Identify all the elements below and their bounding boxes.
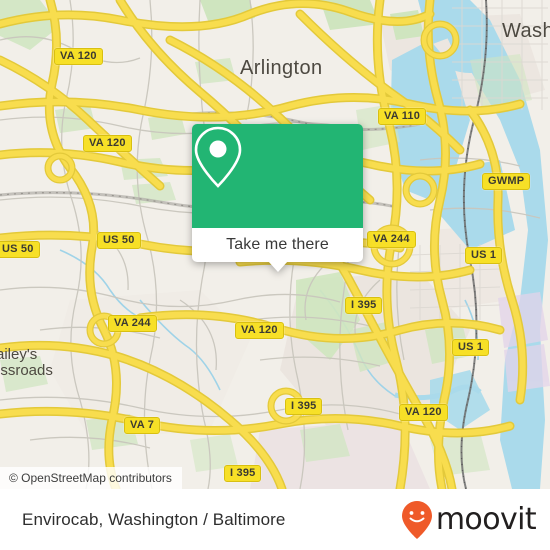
shield-va-244-left[interactable]: VA 244 xyxy=(108,315,157,332)
map-pin-icon xyxy=(194,126,242,188)
osm-attribution[interactable]: © OpenStreetMap contributors xyxy=(0,467,182,489)
moovit-brand-logo[interactable]: moovit xyxy=(400,500,537,540)
shield-va-244-right[interactable]: VA 244 xyxy=(367,231,416,248)
moovit-wordmark: moovit xyxy=(435,502,537,537)
shield-i-395-right[interactable]: I 395 xyxy=(345,297,383,314)
screenshot-root: Arlington Wash ailey's ossroads VA 120 V… xyxy=(0,0,550,550)
map-canvas[interactable]: Arlington Wash ailey's ossroads VA 120 V… xyxy=(0,0,550,489)
take-me-there-button[interactable]: Take me there xyxy=(192,228,363,262)
shield-us-1-bottom[interactable]: US 1 xyxy=(452,339,490,356)
shield-va-110[interactable]: VA 110 xyxy=(378,108,427,125)
moovit-pin-icon xyxy=(401,500,432,539)
shield-i-395-bottom[interactable]: I 395 xyxy=(285,398,323,415)
shield-us-50-right[interactable]: US 50 xyxy=(97,232,141,249)
shield-us-1-top[interactable]: US 1 xyxy=(465,247,503,264)
shield-va-7[interactable]: VA 7 xyxy=(124,417,161,434)
popup-image-area xyxy=(192,124,363,228)
shield-va-120-mid[interactable]: VA 120 xyxy=(83,135,132,152)
footer-bar: Envirocab, Washington / Baltimore moovit xyxy=(0,489,550,550)
shield-gwmp[interactable]: GWMP xyxy=(482,173,531,190)
shield-va-120-north[interactable]: VA 120 xyxy=(54,48,103,65)
shield-va-120-bottom[interactable]: VA 120 xyxy=(399,404,448,421)
location-popup-card[interactable]: Take me there xyxy=(192,124,363,272)
shield-i-395-footer[interactable]: I 395 xyxy=(224,465,262,482)
page-title: Envirocab, Washington / Baltimore xyxy=(22,509,286,529)
shield-us-50-left[interactable]: US 50 xyxy=(0,241,40,258)
popup-tail-pointer xyxy=(267,261,288,272)
shield-va-120-center[interactable]: VA 120 xyxy=(235,322,284,339)
